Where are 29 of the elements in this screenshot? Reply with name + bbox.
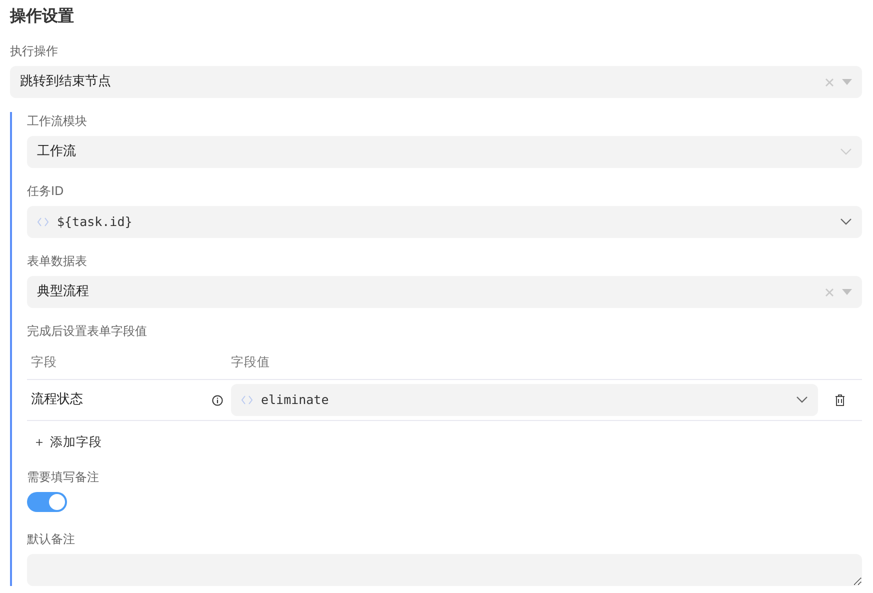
field-label: 任务ID — [27, 183, 64, 200]
add-field-button[interactable]: ＋ 添加字段 — [27, 433, 102, 452]
toggle-switch[interactable] — [27, 492, 67, 512]
expression-field[interactable]: ${task.id} — [27, 206, 862, 238]
field-label: 工作流模块 — [27, 113, 87, 130]
select-field[interactable]: 跳转到结束节点 — [10, 66, 862, 98]
field-label: 执行操作 — [10, 43, 58, 60]
field-label: 完成后设置表单字段值 — [27, 323, 147, 340]
column-header: 字段 — [31, 353, 57, 372]
code-icon — [37, 217, 49, 227]
select-field[interactable]: 工作流 — [27, 136, 862, 168]
section-title: 操作设置 — [10, 5, 75, 27]
delete-icon[interactable] — [835, 394, 845, 406]
info-icon — [212, 394, 223, 406]
clear-icon — [825, 288, 834, 296]
field-label: 表单数据表 — [27, 253, 87, 270]
caret-down-icon — [842, 289, 852, 295]
caret-down-icon — [842, 79, 852, 85]
expression-field[interactable]: eliminate — [231, 384, 818, 416]
clear-icon — [825, 78, 834, 86]
chevron-down-icon — [840, 218, 852, 226]
column-header: 字段值 — [231, 354, 270, 370]
chevron-down-icon — [840, 148, 852, 156]
field-label: 需要填写备注 — [27, 468, 99, 486]
table-cell-text: 流程状态 — [31, 391, 84, 410]
code-icon — [241, 395, 253, 405]
chevron-down-icon — [796, 396, 808, 404]
field-label: 默认备注 — [27, 530, 75, 548]
select-field[interactable]: 典型流程 — [27, 276, 862, 308]
